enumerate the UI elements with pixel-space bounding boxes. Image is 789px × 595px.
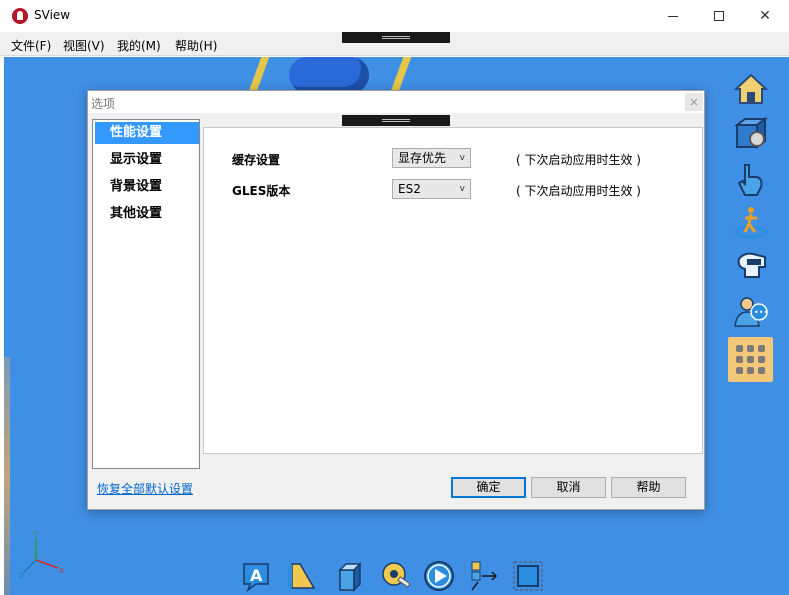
axis-x-label: X [59,567,64,575]
cache-setting-select[interactable]: 显存优先 v [392,148,471,168]
users-icon[interactable]: ••• [733,294,769,330]
grid-apps-icon [736,345,765,374]
cancel-button[interactable]: 取消 [531,477,606,498]
section-cube-icon[interactable] [334,560,366,592]
svg-text:A: A [250,566,263,585]
options-dialog: 选项 × 性能设置 显示设置 背景设置 其他设置 缓存设置 显存优先 v ( 下… [87,90,705,510]
gles-version-select[interactable]: ES2 v [392,179,471,199]
top-toolbar-handle[interactable] [342,32,450,43]
chevron-down-icon: v [459,184,465,194]
minimize-icon [668,15,678,17]
menu-view[interactable]: 视图(V) [63,37,105,54]
gles-version-value: ES2 [398,182,421,196]
app-title: SView [34,8,71,22]
model-part-shape [289,57,369,93]
close-icon: ✕ [759,8,771,24]
cache-setting-note: ( 下次启动应用时生效 ) [516,153,641,167]
gles-version-note: ( 下次启动应用时生效 ) [516,184,641,198]
background-strip [4,357,10,595]
axis-y-label: Y [32,531,38,539]
maximize-button[interactable] [696,0,742,32]
axis-z-label: Z [19,572,24,580]
walk-icon[interactable] [733,204,769,240]
menu-bar: 文件(F) 视图(V) 我的(M) 帮助(H) [0,32,789,56]
chevron-down-icon: v [459,153,465,163]
dialog-title-bar: 选项 × [88,91,704,113]
ruler-icon[interactable] [286,560,318,592]
maximize-icon [714,11,724,21]
head-view-icon[interactable] [733,249,769,285]
nav-item-display[interactable]: 显示设置 [95,149,199,171]
nav-item-performance[interactable]: 性能设置 [95,122,199,144]
dialog-close-button[interactable]: × [685,93,703,111]
close-icon: × [688,95,700,109]
gles-version-label: GLES版本 [232,184,291,198]
settings-panel: 缓存设置 显存优先 v ( 下次启动应用时生效 ) GLES版本 ES2 v (… [203,127,703,454]
cache-setting-value: 显存优先 [398,151,447,165]
nav-item-other[interactable]: 其他设置 [95,203,199,225]
menu-help[interactable]: 帮助(H) [175,37,217,54]
explode-icon[interactable] [468,560,500,592]
dialog-toolbar-handle[interactable] [342,115,450,126]
axis-triad-icon: Y X Z [19,531,64,580]
apps-toolbar-button[interactable] [728,337,773,382]
hand-pointer-icon[interactable] [733,161,769,197]
menu-file[interactable]: 文件(F) [11,37,51,54]
view-cube-icon[interactable] [733,115,769,151]
home-icon[interactable] [733,71,769,107]
svg-text:•••: ••• [754,308,768,317]
ok-button[interactable]: 确定 [451,477,526,498]
close-button[interactable]: ✕ [742,0,788,32]
menu-mine[interactable]: 我的(M) [117,37,161,54]
app-logo-icon [12,8,28,24]
title-bar: SView ✕ [0,0,789,32]
reset-defaults-link[interactable]: 恢复全部默认设置 [97,480,193,497]
minimize-button[interactable] [650,0,696,32]
nav-item-background[interactable]: 背景设置 [95,176,199,198]
frame-select-icon[interactable] [512,560,544,592]
annotation-a-icon[interactable]: A [240,560,272,592]
settings-nav-list: 性能设置 显示设置 背景设置 其他设置 [92,119,200,469]
dialog-title: 选项 [91,97,116,111]
play-icon[interactable] [423,560,455,592]
help-button[interactable]: 帮助 [611,477,686,498]
cache-setting-label: 缓存设置 [232,153,281,167]
measure-tape-icon[interactable] [380,560,412,592]
